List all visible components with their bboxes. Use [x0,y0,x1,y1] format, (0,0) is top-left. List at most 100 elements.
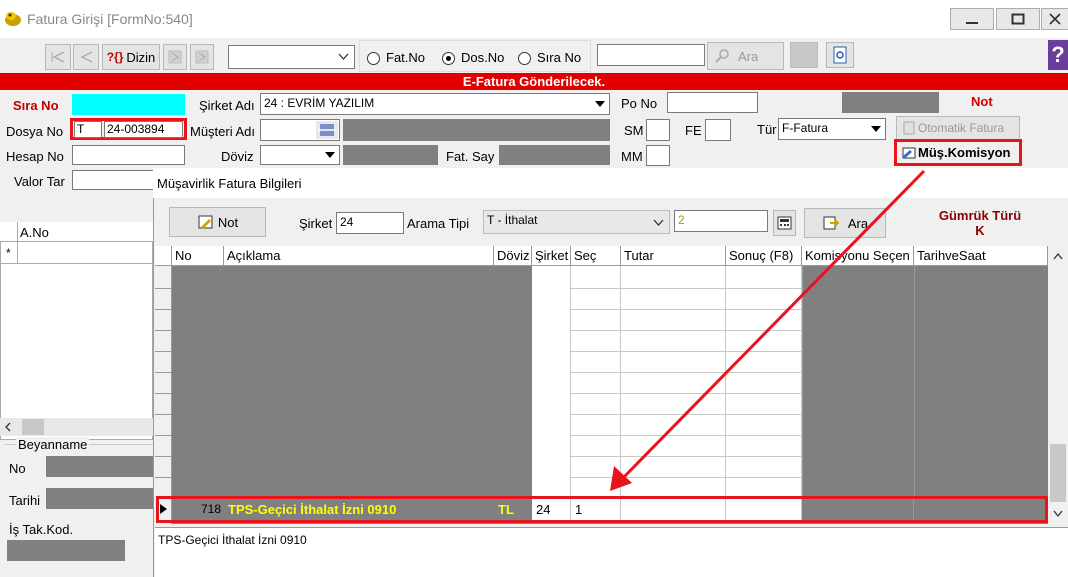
po-no-field[interactable] [667,92,758,113]
edit-document-icon [902,147,916,159]
row-indicator-column [155,266,172,524]
radio-dosno-label: Dos.No [461,50,505,65]
fe-field[interactable] [705,119,731,141]
col-header-sirket: Şirket [532,246,571,266]
document-icon [903,121,915,135]
radio-sirano[interactable] [518,52,531,65]
col-header-no: No [172,246,224,266]
mus-komisyon-button[interactable]: Müş.Komisyon [894,139,1022,166]
arama-tipi-select[interactable]: T - İthalat [483,210,670,234]
chevron-down-icon [871,126,881,132]
is-tak-kod-label: İş Tak.Kod. [9,522,74,537]
dialog-not-button[interactable]: Not [169,207,266,237]
note-icon [198,215,213,229]
ano-grid[interactable] [0,222,153,440]
dizin-button[interactable]: ?{} Dizin [102,44,160,70]
dosya-no-field[interactable]: 24-003894 [104,121,183,138]
dialog-ara-button[interactable]: Ara [804,208,886,238]
nav-last-button[interactable] [190,44,214,70]
gumruk-turu-label: Gümrük Türü [938,208,1022,223]
dialog-title: Müşavirlik Fatura Bilgileri [157,176,302,191]
scroll-thumb[interactable] [1050,444,1066,502]
nav-next-button[interactable] [163,44,187,70]
fatura-grid[interactable]: No Açıklama Döviz Şirket Seç Tutar Sonuç… [155,246,1048,524]
dialog-sirket-label: Şirket [299,216,333,231]
sirket-adi-select[interactable]: 24 : EVRİM YAZILIM [260,93,610,115]
minimize-button[interactable] [950,8,994,30]
col-header-doviz: Döviz [494,246,532,266]
dosya-prefix-field[interactable]: T [74,121,102,138]
dialog-sirket-field[interactable]: 24 [336,212,404,234]
sm-label: SM [624,123,644,138]
nav-last-icon [195,50,209,64]
sm-field[interactable] [646,119,670,141]
tur-select[interactable]: F-Fatura [778,118,886,140]
help-icon[interactable]: ? [1048,40,1068,70]
scroll-thumb[interactable] [22,419,44,435]
musteri-adi-field[interactable] [260,119,340,141]
doviz-select[interactable] [260,145,340,165]
chevron-down-icon [653,219,664,226]
calculator-button[interactable] [773,210,796,236]
toolbar-search-input[interactable] [597,44,705,66]
mm-field[interactable] [646,145,670,166]
ano-hscrollbar[interactable] [0,418,153,436]
selected-row-highlight [156,496,1048,523]
otomatik-fatura-button[interactable]: Otomatik Fatura [896,116,1020,140]
valor-tar-field[interactable] [72,170,154,190]
beyanname-no-label: No [9,461,26,476]
is-tak-kod-field [7,540,125,561]
not-status: Not [971,94,993,109]
col-header-tutar: Tutar [621,246,726,266]
toolbar-ara-button[interactable]: Ara [707,42,784,70]
toolbar-blank-button[interactable] [790,42,818,68]
dosya-no-label: Dosya No [6,124,64,139]
new-row-marker: * [6,246,11,260]
nav-left-icon [51,51,65,63]
radio-fatno-label: Fat.No [386,50,426,65]
chevron-up-icon [1053,252,1063,260]
nav-prev-button[interactable] [73,44,99,70]
dialog-titlebar: Müşavirlik Fatura Bilgileri [153,168,1068,198]
chevron-down-icon [1053,510,1063,518]
po-no-label: Po No [621,96,658,111]
col-header-tarihvesaat: TarihveSaat [914,246,1048,266]
chevron-down-icon [325,152,335,158]
hesap-no-field[interactable] [72,145,185,165]
print-preview-icon [833,46,847,64]
sira-no-label: Sıra No [13,98,59,113]
nav-next-icon [168,50,182,64]
arama-tipi-label: Arama Tipi [407,216,470,231]
beyanname-group-label: Beyanname [16,437,90,452]
beyanname-tarihi-field [46,488,153,509]
tur-label: Tür [757,122,777,137]
sira-no-field[interactable] [72,94,185,115]
print-preview-button[interactable] [826,42,854,68]
musteri-adi-label: Müşteri Adı [190,124,256,139]
gumruk-turu-value: K [975,223,985,238]
fat-say-display [499,145,610,165]
radio-fatno[interactable] [367,52,380,65]
close-button[interactable] [1041,8,1068,30]
status-display [842,92,939,113]
nav-first-button[interactable] [45,44,71,70]
dizin-icon: ?{} [106,50,124,64]
col-header-komisyonu-secen: Komisyonu Seçen [802,246,914,266]
app-icon [4,9,22,27]
ano-column-header: A.No [20,225,49,240]
search-document-icon [823,216,840,230]
valor-tar-label: Valor Tar [14,174,65,189]
calculator-icon [777,216,792,230]
arama-value-field[interactable]: 2 [674,210,768,232]
search-icon [715,49,729,63]
chevron-down-icon [338,53,349,60]
grid-vscrollbar[interactable] [1048,246,1068,524]
beyanname-tarihi-label: Tarihi [9,493,41,508]
lookup-icon[interactable] [316,121,338,139]
radio-dosno[interactable] [442,52,455,65]
hesap-no-label: Hesap No [6,149,64,164]
fat-say-label: Fat. Say [446,149,495,164]
toolbar-search-combo[interactable] [228,45,355,69]
maximize-button[interactable] [996,8,1040,30]
memo-field[interactable]: TPS-Geçici İthalat İzni 0910 [155,527,1068,577]
